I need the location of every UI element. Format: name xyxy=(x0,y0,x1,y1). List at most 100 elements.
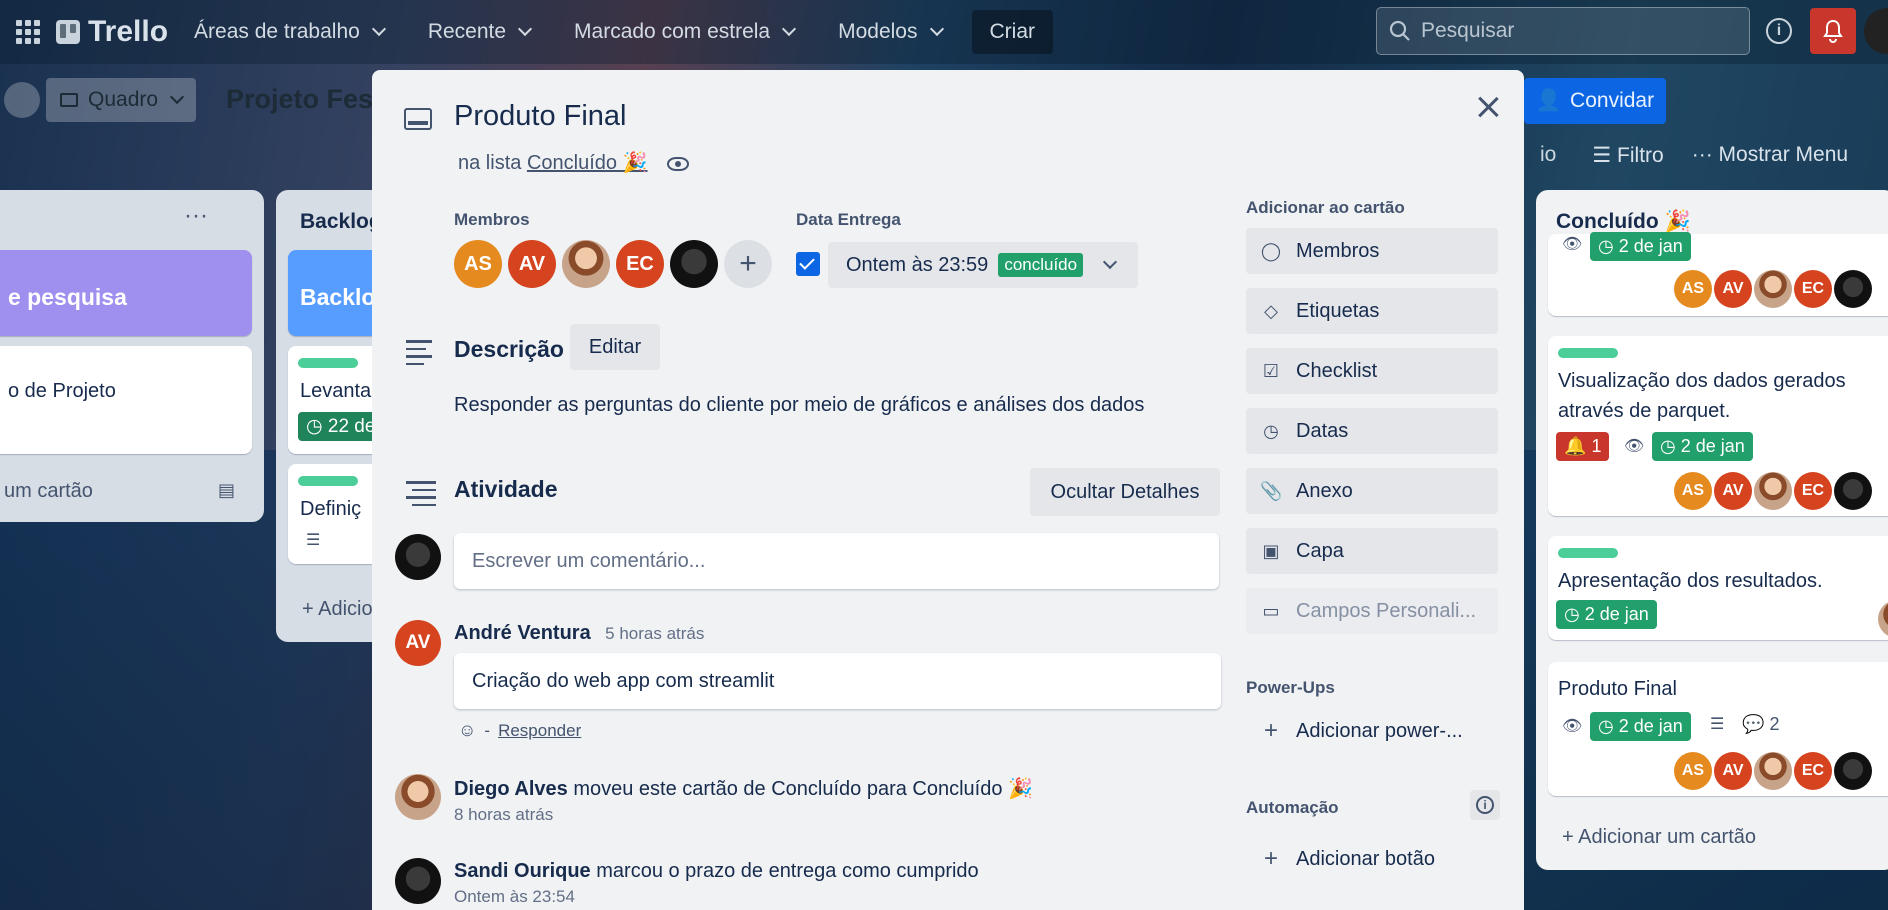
activity-time[interactable]: Ontem às 23:54 xyxy=(454,887,979,907)
info-icon[interactable]: i xyxy=(1766,18,1792,44)
nav-recent[interactable]: Recente xyxy=(428,20,533,44)
board-view-switcher[interactable]: Quadro xyxy=(46,78,197,122)
search-input[interactable]: Pesquisar xyxy=(1376,7,1750,55)
card-template-icon[interactable]: ▤ xyxy=(218,480,235,501)
due-complete-checkbox[interactable] xyxy=(796,252,820,276)
member-avatar[interactable] xyxy=(562,240,610,288)
list-card[interactable]: o de Projeto xyxy=(0,346,252,454)
trello-logo[interactable]: Trello xyxy=(56,15,168,49)
list-menu-icon[interactable]: ··· xyxy=(184,202,208,230)
notifications-button[interactable] xyxy=(1810,8,1856,54)
watch-icon[interactable] xyxy=(667,156,690,171)
list-link[interactable]: Concluído 🎉 xyxy=(527,152,648,174)
activity-author[interactable]: Diego Alves xyxy=(454,778,568,800)
due-date-badge[interactable]: ◷ 2 de jan xyxy=(1652,432,1753,461)
show-menu-button[interactable]: ··· Mostrar Menu xyxy=(1692,143,1848,167)
activity-author[interactable]: Sandi Ourique xyxy=(454,860,591,882)
description-text[interactable]: Responder as perguntas do cliente por me… xyxy=(454,394,1144,417)
sidebar-toggle-button[interactable] xyxy=(4,82,40,118)
nav-templates[interactable]: Modelos xyxy=(838,20,944,44)
paperclip-icon: 📎 xyxy=(1260,480,1283,501)
checklist-button[interactable]: ☑ Checklist xyxy=(1246,348,1498,394)
due-date-badge[interactable]: ◷ 2 de jan xyxy=(1590,712,1691,741)
due-date-badge[interactable]: ◷ 2 de jan xyxy=(1556,600,1657,629)
activity-time[interactable]: 8 horas atrás xyxy=(454,805,1033,825)
member-avatar[interactable] xyxy=(1754,472,1792,510)
activity-author-avatar[interactable] xyxy=(395,774,441,820)
close-icon[interactable] xyxy=(1474,92,1504,122)
activity-item: Sandi Ourique marcou o prazo de entrega … xyxy=(454,860,979,907)
member-avatar[interactable]: EC xyxy=(616,240,664,288)
comment-author[interactable]: André Ventura xyxy=(454,622,591,644)
comment-author-avatar[interactable]: AV xyxy=(395,620,441,666)
nav-workspaces[interactable]: Áreas de trabalho xyxy=(194,20,386,44)
automation-info-icon[interactable]: i xyxy=(1470,790,1500,820)
create-button[interactable]: Criar xyxy=(971,10,1053,54)
card-title: Visualização dos dados gerados através d… xyxy=(1558,370,1846,422)
hide-details-button[interactable]: Ocultar Detalhes xyxy=(1030,468,1220,516)
member-avatar[interactable] xyxy=(1754,752,1792,790)
labels-button[interactable]: ◇ Etiquetas xyxy=(1246,288,1498,334)
activity-author-avatar[interactable] xyxy=(395,858,441,904)
invite-button[interactable]: 👤 Convidar xyxy=(1524,78,1666,124)
filter-button[interactable]: ☰ Filtro xyxy=(1592,143,1663,168)
card-list-info: na lista Concluído 🎉 xyxy=(458,150,690,175)
list-card[interactable]: 👁 ◷ 2 de jan AS AV EC xyxy=(1548,232,1888,316)
filter-partial-text[interactable]: io xyxy=(1540,143,1556,167)
list-card[interactable]: Apresentação dos resultados. ◷ 2 de jan xyxy=(1548,536,1888,640)
add-card-button[interactable]: um cartão xyxy=(4,480,93,503)
due-date-badge[interactable]: ◷ 2 de jan xyxy=(1590,232,1691,261)
member-avatar[interactable]: AS xyxy=(1674,752,1712,790)
nav-starred[interactable]: Marcado com estrela xyxy=(574,20,797,44)
board-title[interactable]: Projeto Fest xyxy=(226,84,382,115)
member-avatar[interactable] xyxy=(1878,600,1888,638)
member-avatar[interactable]: AS xyxy=(1674,270,1712,308)
notification-badge[interactable]: 🔔 1 xyxy=(1556,432,1610,461)
card-detail-modal: Produto Final na lista Concluído 🎉 Membr… xyxy=(372,70,1524,910)
add-card-button[interactable]: + Adicio xyxy=(302,598,373,621)
member-avatar[interactable]: AV xyxy=(1714,472,1752,510)
member-avatar[interactable] xyxy=(1834,472,1872,510)
list-card[interactable]: Visualização dos dados gerados através d… xyxy=(1548,336,1888,516)
members-button[interactable]: ◯ Membros xyxy=(1246,228,1498,274)
top-navigation: Trello Áreas de trabalho Recente Marcado… xyxy=(0,0,1888,64)
custom-fields-button[interactable]: ▭ Campos Personali... xyxy=(1246,588,1498,634)
member-avatar[interactable]: AV xyxy=(508,240,556,288)
add-button-button[interactable]: + Adicionar botão xyxy=(1246,836,1498,882)
member-avatar[interactable]: EC xyxy=(1794,752,1832,790)
comment-time[interactable]: 5 horas atrás xyxy=(605,624,704,643)
member-avatar[interactable] xyxy=(1754,270,1792,308)
card-title[interactable]: Produto Final xyxy=(454,100,627,133)
member-avatar[interactable] xyxy=(1834,270,1872,308)
card-title: Apresentação dos resultados. xyxy=(1558,570,1823,592)
add-member-button[interactable]: + xyxy=(724,240,772,288)
list-card[interactable]: e pesquisa xyxy=(0,250,252,336)
member-avatar[interactable]: AV xyxy=(1714,270,1752,308)
edit-description-button[interactable]: Editar xyxy=(570,324,660,370)
board-view-icon xyxy=(60,93,78,107)
list-column-concluido: Concluído 🎉 👁 ◷ 2 de jan AS AV EC Visual… xyxy=(1536,190,1888,870)
status-badge: concluído xyxy=(998,253,1084,277)
reply-link[interactable]: Responder xyxy=(498,721,581,741)
card-label xyxy=(1558,548,1618,558)
chevron-down-icon xyxy=(517,21,533,37)
attachment-button[interactable]: 📎 Anexo xyxy=(1246,468,1498,514)
add-card-button[interactable]: + Adicionar um cartão xyxy=(1562,826,1756,849)
cover-button[interactable]: ▣ Capa xyxy=(1246,528,1498,574)
member-avatar[interactable]: AV xyxy=(1714,752,1752,790)
member-avatar[interactable] xyxy=(670,240,718,288)
comment-input[interactable]: Escrever um comentário... xyxy=(454,533,1219,589)
due-date-badge[interactable]: ◷ 22 de xyxy=(298,412,384,441)
member-avatar[interactable]: AS xyxy=(454,240,502,288)
member-avatar[interactable] xyxy=(1834,752,1872,790)
member-avatar[interactable]: EC xyxy=(1794,270,1832,308)
app-switcher-icon[interactable] xyxy=(16,20,40,44)
user-avatar[interactable] xyxy=(1864,8,1888,54)
list-card-produto-final[interactable]: Produto Final 👁 ◷ 2 de jan ☰ 💬 2 AS AV E… xyxy=(1548,662,1888,796)
due-date-dropdown[interactable]: Ontem às 23:59 concluído xyxy=(828,242,1138,288)
add-powerup-button[interactable]: + Adicionar power-... xyxy=(1246,708,1498,754)
add-reaction-icon[interactable]: ☺ xyxy=(458,720,476,741)
dates-button[interactable]: ◷ Datas xyxy=(1246,408,1498,454)
member-avatar[interactable]: EC xyxy=(1794,472,1832,510)
member-avatar[interactable]: AS xyxy=(1674,472,1712,510)
